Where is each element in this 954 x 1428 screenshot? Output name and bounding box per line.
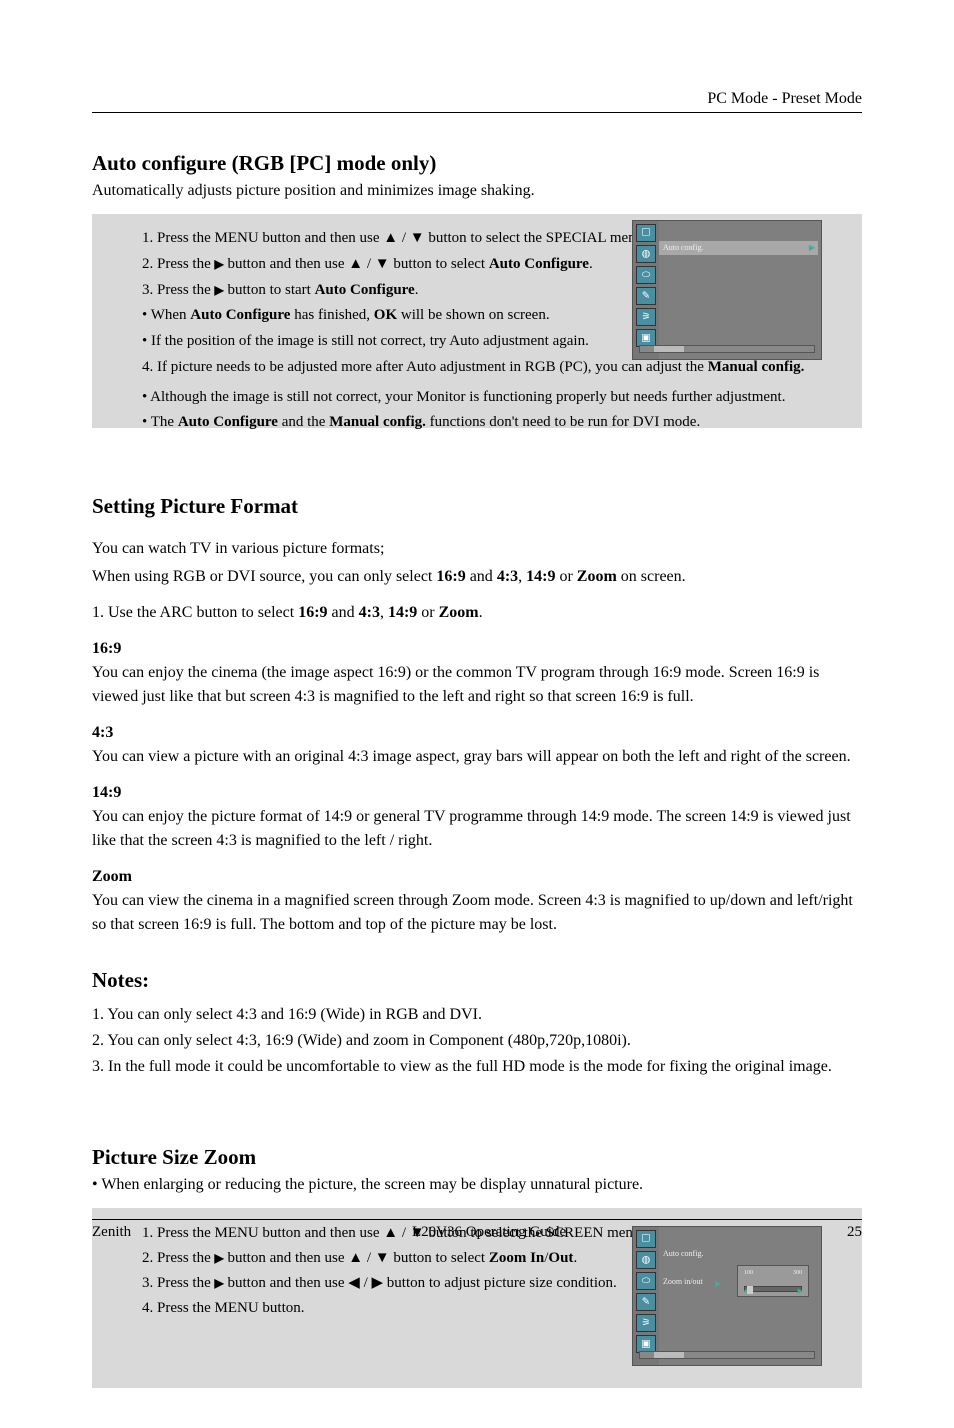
aspect-zoom-label: Zoom: [92, 865, 862, 889]
aspect-43-label: 4:3: [92, 721, 862, 745]
aspect-169-label: 16:9: [92, 637, 862, 661]
section-title-autoconf: Auto configure (RGB [PC] mode only): [92, 151, 862, 176]
footer-model: L20V36 Operating Guide: [412, 1224, 566, 1241]
autoconf-step4: 4. If picture needs to be adjusted more …: [142, 357, 812, 379]
format-intro: You can watch TV in various picture form…: [92, 537, 862, 561]
right-triangle-icon: ▶: [215, 1274, 224, 1293]
zoom-sub: • When enlarging or reducing the picture…: [92, 1176, 862, 1194]
right-triangle-icon: ▶: [215, 282, 224, 299]
globe-icon: ◍: [636, 1251, 656, 1269]
aspect-zoom-desc: You can view the cinema in a magnified s…: [92, 889, 862, 937]
slider-min-label: 100: [744, 1270, 753, 1276]
tv-icon: ☐: [636, 224, 656, 242]
autoconf-note2: • The Auto Configure and the Manual conf…: [142, 412, 812, 434]
note-3: 3. In the full mode it could be uncomfor…: [92, 1055, 862, 1079]
autoconf-subtitle: Automatically adjusts picture position a…: [92, 182, 862, 200]
aspect-43-desc: You can view a picture with an original …: [92, 745, 862, 769]
osd-row-label: Auto config.: [663, 243, 703, 252]
autoconf-note1: • Although the image is still not correc…: [142, 387, 812, 409]
pencil-icon: ✎: [636, 1293, 656, 1311]
footer-brand: Zenith: [92, 1224, 131, 1241]
osd-preview-zoom: ☐ ◍ ⬭ ✎ ⚞ ▣ Auto config. Zoom in/out ▶ ◀…: [632, 1226, 822, 1366]
right-triangle-icon: ▶: [215, 1249, 224, 1268]
running-head: PC Mode - Preset Mode: [707, 90, 862, 108]
note-2: 2. You can only select 4:3, 16:9 (Wide) …: [92, 1029, 862, 1053]
right-triangle-icon: ▶: [215, 256, 224, 273]
globe-icon: ◍: [636, 245, 656, 263]
note-1: 1. You can only select 4:3 and 16:9 (Wid…: [92, 1003, 862, 1027]
format-note-sources: When using RGB or DVI source, you can on…: [92, 565, 862, 589]
sliders-icon: ⚞: [636, 1314, 656, 1332]
pencil-icon: ✎: [636, 287, 656, 305]
format-step1: 1. Use the ARC button to select 16:9 and…: [92, 601, 862, 625]
aspect-149-label: 14:9: [92, 781, 862, 805]
osd-indicator-icon: ▶: [809, 243, 815, 252]
autoconf-graybox: 1. Press the MENU button and then use ▲ …: [92, 214, 862, 428]
osd-label-zoom: Zoom in/out: [663, 1277, 703, 1286]
osd-label-autoconf: Auto config.: [663, 1249, 703, 1258]
osd-preview-autoconf: ☐ ◍ ⬭ ✎ ⚞ ▣ Auto config. ▶: [632, 220, 822, 360]
oval-icon: ⬭: [636, 1272, 656, 1290]
sliders-icon: ⚞: [636, 308, 656, 326]
slider-right-icon: ▶: [798, 1287, 803, 1295]
slider-max-label: 300: [793, 1270, 802, 1276]
oval-icon: ⬭: [636, 266, 656, 284]
section-title-zoom: Picture Size Zoom: [92, 1145, 862, 1170]
aspect-169-desc: You can enjoy the cinema (the image aspe…: [92, 661, 862, 709]
aspect-149-desc: You can enjoy the picture format of 14:9…: [92, 805, 862, 853]
footer-page: 25: [847, 1224, 862, 1241]
notes-heading: Notes:: [92, 965, 862, 997]
section-title-format: Setting Picture Format: [92, 494, 862, 519]
